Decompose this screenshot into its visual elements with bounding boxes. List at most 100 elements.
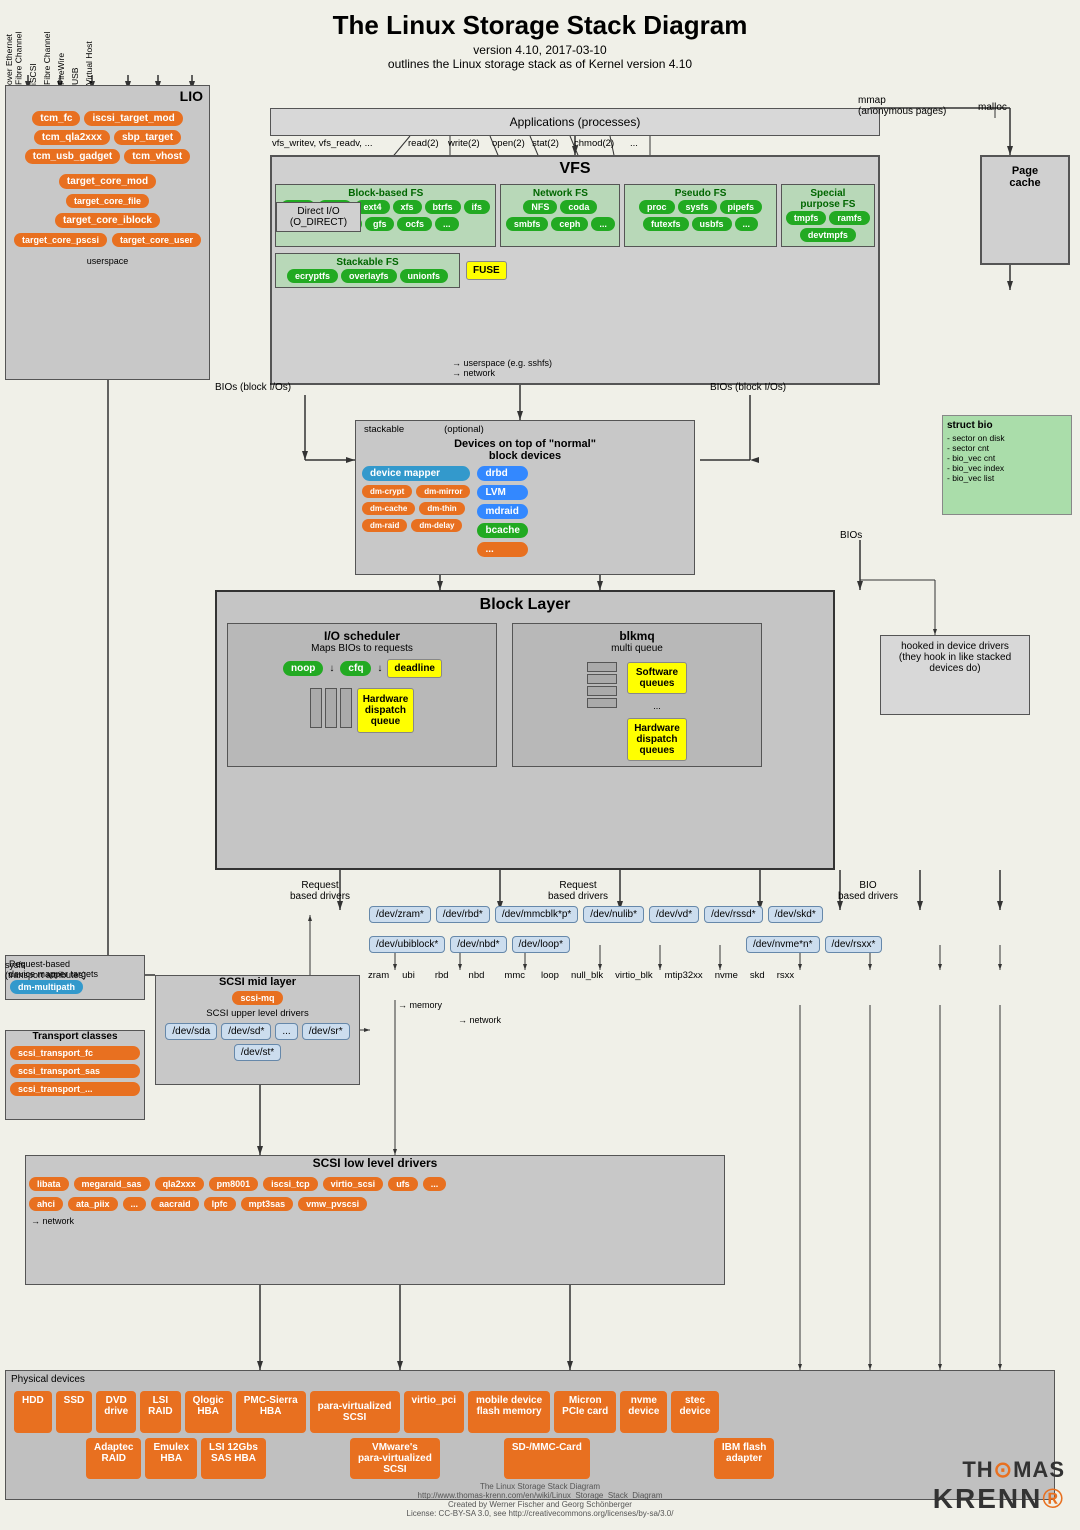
phys-sd-mmc: SD-/MMC-Card xyxy=(504,1438,590,1479)
phys-hdd: HDD xyxy=(14,1391,52,1433)
dm-raid: dm-raid xyxy=(362,519,407,532)
fs-ifs: ifs xyxy=(464,200,491,214)
spacer1 xyxy=(574,935,684,954)
sched-arrow1: ↓ xyxy=(329,663,334,674)
malloc-label: malloc xyxy=(978,102,1007,113)
syscall-vfs-writev: vfs_writev, vfs_readv, ... xyxy=(272,138,372,149)
dev-ubiblock: /dev/ubiblock* xyxy=(369,936,445,953)
drv-ufs: ufs xyxy=(388,1177,418,1191)
applications-label: Applications (processes) xyxy=(510,115,641,129)
drv-virtio-blk: virtio_blk xyxy=(615,970,653,981)
phys-pmc: PMC-SierraHBA xyxy=(236,1391,306,1433)
dev-nvme-n: /dev/nvme*n* xyxy=(746,936,819,953)
block-stackable-optional: stackable (optional) xyxy=(356,421,694,438)
scsi-mid-box: SCSI mid layer scsi-mq SCSI upper level … xyxy=(155,975,360,1085)
page-cache-box: Pagecache xyxy=(980,155,1070,265)
network-fs-box: Network FS NFS coda smbfs ceph ... xyxy=(500,184,620,247)
pill-iscsi: iscsi_target_mod xyxy=(84,111,182,126)
dev-lvm: LVM xyxy=(477,485,527,500)
vfs-box: VFS Block-based FS ext2 ext3 ext4 xfs bt… xyxy=(270,155,880,385)
network-label: → network xyxy=(458,1015,501,1025)
phys-nvme-dev: nvmedevice xyxy=(620,1391,667,1433)
fs-dots: ... xyxy=(435,217,459,231)
drv-nvme: nvme xyxy=(715,970,738,981)
fs-ecryptfs: ecryptfs xyxy=(287,269,338,283)
page: The Linux Storage Stack Diagram version … xyxy=(0,0,1080,1530)
io-scheduler-sub: Maps BIOs to requests xyxy=(233,643,491,654)
transport-box: Transport classes scsi_transport_fc scsi… xyxy=(5,1030,145,1120)
block-layer-title: Block Layer xyxy=(217,592,833,618)
dm-sub-pills3: dm-raid dm-delay xyxy=(361,518,471,533)
applications-bar: Applications (processes) xyxy=(270,108,880,136)
drv-aacraid: aacraid xyxy=(151,1197,199,1211)
struct-bio-items: - sector on disk - sector cnt - bio_vec … xyxy=(947,433,1067,483)
interface-iscsi: iSCSI xyxy=(28,35,38,85)
bios-label-right: BIOs (block I/Os) xyxy=(710,382,786,393)
drv-ahci: ahci xyxy=(29,1197,63,1211)
block-devices-box: stackable (optional) Devices on top of "… xyxy=(355,420,695,575)
interface-labels: Fibre Channelover Ethernet iSCSI Fibre C… xyxy=(5,10,220,85)
phys-emulex: EmulexHBA xyxy=(145,1438,197,1479)
hw-dispatch-wrapper: Hardwaredispatchqueue xyxy=(233,688,491,733)
fs-futexfs: futexfs xyxy=(643,217,689,231)
network-fs-label: Network FS xyxy=(504,188,616,199)
scsi-low-network: → network xyxy=(26,1214,724,1228)
io-sched-items: noop ↓ cfq ↓ deadline xyxy=(233,659,491,678)
sched-deadline: deadline xyxy=(387,659,442,678)
pill-tcm-qla: tcm_qla2xxx xyxy=(34,130,110,145)
drv-rsxx: rsxx xyxy=(777,970,794,981)
block-fs-label: Block-based FS xyxy=(279,188,492,199)
transport-fc: scsi_transport_fc xyxy=(10,1046,140,1060)
scsi-upper-label: SCSI upper level drivers xyxy=(156,1008,359,1019)
phys-para-scsi: para-virtualizedSCSI xyxy=(310,1391,400,1433)
drv-iscsi-tcp: iscsi_tcp xyxy=(263,1177,318,1191)
dev-rsxx: /dev/rsxx* xyxy=(825,936,883,953)
phys-bottom-row: AdaptecRAID EmulexHBA LSI 12GbsSAS HBA V… xyxy=(6,1436,1054,1482)
optional-label: (optional) xyxy=(444,424,484,435)
direct-io-box: Direct I/O(O_DIRECT) xyxy=(276,202,361,232)
hw-line3 xyxy=(340,688,352,728)
syscall-stat: stat(2) xyxy=(532,138,559,149)
phys-stec: stecdevice xyxy=(671,1391,718,1433)
dm-delay: dm-delay xyxy=(411,519,462,532)
interface-virtual: Virtual Host xyxy=(84,25,94,85)
pill-tcm-fc: tcm_fc xyxy=(32,111,80,126)
dev-rbd-star: /dev/rbd* xyxy=(436,906,490,923)
dev-drbd: drbd xyxy=(477,466,527,481)
block-layer-box: Block Layer I/O scheduler Maps BIOs to r… xyxy=(215,590,835,870)
driver-names-row: zram ubi rbd nbd mmc loop null_blk virti… xyxy=(368,970,794,981)
dev-mmcblk: /dev/mmcblk*p* xyxy=(495,906,578,923)
sched-arrow2: ↓ xyxy=(377,663,382,674)
hw-line2 xyxy=(325,688,337,728)
bios-right: BIOs xyxy=(840,530,862,541)
fs-usbfs: usbfs xyxy=(692,217,732,231)
block-devices-content: device mapper dm-crypt dm-mirror dm-cach… xyxy=(356,465,694,558)
drv-virtio-scsi: virtio_scsi xyxy=(323,1177,384,1191)
dm-sub-pills2: dm-cache dm-thin xyxy=(361,501,471,516)
spacer2 xyxy=(687,935,742,954)
phys-lsi-12g: LSI 12GbsSAS HBA xyxy=(201,1438,266,1479)
network-fs-items: NFS coda smbfs ceph ... xyxy=(504,199,616,232)
drv-mmc: mmc xyxy=(504,970,525,981)
fs-btrfs: btrfs xyxy=(425,200,461,214)
fs-proc: proc xyxy=(639,200,675,214)
pill-target-core-pscsi: target_core_pscsi xyxy=(14,233,107,247)
drv-qla2xxx: qla2xxx xyxy=(155,1177,204,1191)
dev-bcache: bcache xyxy=(477,523,527,538)
pill-target-core-mod: target_core_mod xyxy=(59,174,156,189)
dev-sda: /dev/sda xyxy=(165,1023,217,1040)
fs-network-dots: ... xyxy=(591,217,615,231)
lio-core-pills: target_core_mod target_core_file target_… xyxy=(6,169,209,252)
drv-lpfc: lpfc xyxy=(204,1197,236,1211)
fs-ceph: ceph xyxy=(551,217,588,231)
bios-label-left: BIOs (block I/Os) xyxy=(215,382,291,393)
logo-line1: TH⊙MAS xyxy=(933,1457,1065,1483)
phys-adaptec: AdaptecRAID xyxy=(86,1438,141,1479)
pill-target-core-user: target_core_user xyxy=(112,233,201,247)
blkmq-queues: Softwarequeues ... Hardwaredispatchqueue… xyxy=(627,662,687,761)
blkmq-sub: multi queue xyxy=(518,643,756,654)
phys-qlogic: QlogicHBA xyxy=(185,1391,232,1433)
struct-bio-box: struct bio - sector on disk - sector cnt… xyxy=(942,415,1072,515)
struct-bio-title: struct bio xyxy=(947,420,1067,431)
drv-ubi: ubi xyxy=(402,970,415,981)
